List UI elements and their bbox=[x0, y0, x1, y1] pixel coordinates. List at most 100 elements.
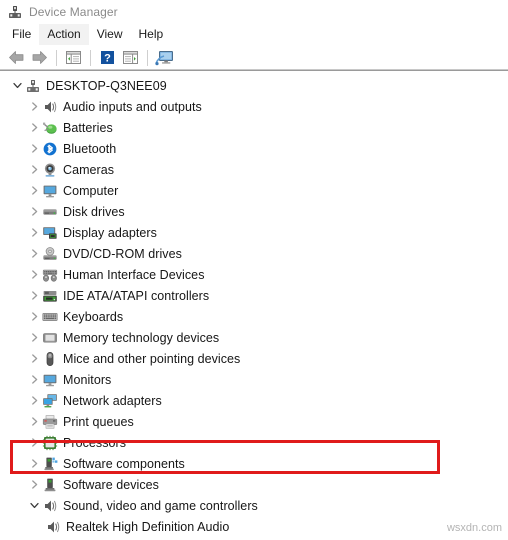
tree-node-label: Monitors bbox=[63, 372, 112, 387]
tree-node-monitors[interactable]: Monitors bbox=[0, 369, 508, 390]
battery-icon bbox=[42, 120, 58, 136]
tree-node-label: Keyboards bbox=[63, 309, 124, 324]
device-manager-icon bbox=[7, 4, 23, 20]
tree-node-display-adapters[interactable]: Display adapters bbox=[0, 222, 508, 243]
chevron-right-icon[interactable] bbox=[26, 138, 42, 159]
svg-text:?: ? bbox=[104, 53, 111, 65]
chevron-right-icon[interactable] bbox=[26, 222, 42, 243]
tree-node-label: Memory technology devices bbox=[63, 330, 220, 345]
chevron-right-icon[interactable] bbox=[26, 327, 42, 348]
menu-help[interactable]: Help bbox=[131, 24, 172, 45]
device-tree[interactable]: DESKTOP-Q3NEE09 Audio inputs and outputs bbox=[0, 75, 508, 540]
tree-node-dvd-cd-rom-drives[interactable]: DVD/CD-ROM drives bbox=[0, 243, 508, 264]
tree-node-label: Network adapters bbox=[63, 393, 162, 408]
back-arrow-icon[interactable] bbox=[5, 48, 27, 68]
tree-node-label: Cameras bbox=[63, 162, 115, 177]
tree-node-label: Batteries bbox=[63, 120, 113, 135]
menu-action[interactable]: Action bbox=[39, 24, 89, 45]
chevron-right-icon[interactable] bbox=[26, 117, 42, 138]
tree-node-processors[interactable]: Processors bbox=[0, 432, 508, 453]
tree-node-cameras[interactable]: Cameras bbox=[0, 159, 508, 180]
chevron-right-icon[interactable] bbox=[26, 474, 42, 495]
mouse-icon bbox=[42, 351, 58, 367]
menu-view[interactable]: View bbox=[89, 24, 131, 45]
memory-device-icon bbox=[42, 330, 58, 346]
tree-node-network-adapters[interactable]: Network adapters bbox=[0, 390, 508, 411]
tree-node-software-devices[interactable]: Software devices bbox=[0, 474, 508, 495]
speaker-icon bbox=[45, 519, 61, 535]
hid-icon bbox=[42, 267, 58, 283]
chevron-right-icon[interactable] bbox=[26, 96, 42, 117]
chevron-right-icon[interactable] bbox=[26, 264, 42, 285]
tree-node-batteries[interactable]: Batteries bbox=[0, 117, 508, 138]
processor-icon bbox=[42, 435, 58, 451]
tree-node-disk-drives[interactable]: Disk drives bbox=[0, 201, 508, 222]
tree-node-keyboards[interactable]: Keyboards bbox=[0, 306, 508, 327]
toolbar-separator-2 bbox=[90, 49, 91, 66]
tree-node-computer[interactable]: Computer bbox=[0, 180, 508, 201]
tree-node-realtek-high-definition-audio[interactable]: Realtek High Definition Audio bbox=[0, 516, 508, 537]
chevron-right-icon[interactable] bbox=[26, 390, 42, 411]
menu-file[interactable]: File bbox=[4, 24, 39, 45]
monitor-icon bbox=[42, 183, 58, 199]
keyboard-icon bbox=[42, 309, 58, 325]
chevron-right-icon[interactable] bbox=[26, 285, 42, 306]
window-title: Device Manager bbox=[29, 5, 118, 19]
tree-node-mice-and-other-pointing-devices[interactable]: Mice and other pointing devices bbox=[0, 348, 508, 369]
toolbar-separator-3 bbox=[147, 49, 148, 66]
chevron-right-icon[interactable] bbox=[26, 411, 42, 432]
bluetooth-icon bbox=[42, 141, 58, 157]
speaker-icon bbox=[42, 498, 58, 514]
tree-node-label: Computer bbox=[63, 183, 119, 198]
monitor-icon bbox=[42, 372, 58, 388]
tree-node-print-queues[interactable]: Print queues bbox=[0, 411, 508, 432]
tree-node-human-interface-devices[interactable]: Human Interface Devices bbox=[0, 264, 508, 285]
software-device-icon bbox=[42, 477, 58, 493]
menu-bar: File Action View Help bbox=[0, 24, 508, 46]
help-icon[interactable]: ? bbox=[96, 48, 118, 68]
tree-node-memory-technology-devices[interactable]: Memory technology devices bbox=[0, 327, 508, 348]
dvd-drive-icon bbox=[42, 246, 58, 262]
tree-node-software-components[interactable]: Software components bbox=[0, 453, 508, 474]
chevron-right-icon[interactable] bbox=[26, 306, 42, 327]
device-manager-window: Device Manager File Action View Help ? D… bbox=[0, 0, 508, 540]
tree-node-label: Processors bbox=[63, 435, 127, 450]
tree-node-sound-video-and-game-controllers[interactable]: Sound, video and game controllers bbox=[0, 495, 508, 516]
tree-node-label: Disk drives bbox=[63, 204, 125, 219]
chevron-right-icon[interactable] bbox=[26, 369, 42, 390]
toolbar: ? bbox=[0, 46, 508, 70]
tree-node-label: Software components bbox=[63, 456, 185, 471]
chevron-right-icon[interactable] bbox=[26, 432, 42, 453]
chevron-right-icon[interactable] bbox=[26, 453, 42, 474]
tree-node-label: Audio inputs and outputs bbox=[63, 99, 202, 114]
tree-node-bluetooth[interactable]: Bluetooth bbox=[0, 138, 508, 159]
show-hide-console-tree-icon[interactable] bbox=[62, 48, 84, 68]
chevron-down-icon[interactable] bbox=[26, 495, 42, 516]
chevron-right-icon[interactable] bbox=[26, 159, 42, 180]
tree-node-label: Sound, video and game controllers bbox=[63, 498, 258, 513]
forward-arrow-icon[interactable] bbox=[28, 48, 50, 68]
camera-icon bbox=[42, 162, 58, 178]
chevron-right-icon[interactable] bbox=[26, 243, 42, 264]
watermark: wsxdn.com bbox=[446, 522, 502, 534]
speaker-icon bbox=[42, 99, 58, 115]
display-adapter-icon bbox=[42, 225, 58, 241]
tree-node-label: Display adapters bbox=[63, 225, 157, 240]
tree-node-ide-ata-atapi-controllers[interactable]: IDE ATA/ATAPI controllers bbox=[0, 285, 508, 306]
title-bar: Device Manager bbox=[0, 0, 508, 24]
tree-node-label: Software devices bbox=[63, 477, 159, 492]
chevron-right-icon[interactable] bbox=[26, 348, 42, 369]
ide-controller-icon bbox=[42, 288, 58, 304]
properties-icon[interactable] bbox=[119, 48, 141, 68]
tree-node-label: Bluetooth bbox=[63, 141, 117, 156]
tree-node-desktop-q3nee09[interactable]: DESKTOP-Q3NEE09 bbox=[0, 75, 508, 96]
chevron-right-icon[interactable] bbox=[26, 180, 42, 201]
scan-for-hardware-changes-icon[interactable] bbox=[153, 48, 175, 68]
computer-root-icon bbox=[25, 78, 41, 94]
tree-node-label: IDE ATA/ATAPI controllers bbox=[63, 288, 210, 303]
toolbar-separator bbox=[56, 49, 57, 66]
chevron-right-icon[interactable] bbox=[26, 201, 42, 222]
printer-icon bbox=[42, 414, 58, 430]
tree-node-audio-inputs-and-outputs[interactable]: Audio inputs and outputs bbox=[0, 96, 508, 117]
chevron-down-icon[interactable] bbox=[9, 75, 25, 96]
